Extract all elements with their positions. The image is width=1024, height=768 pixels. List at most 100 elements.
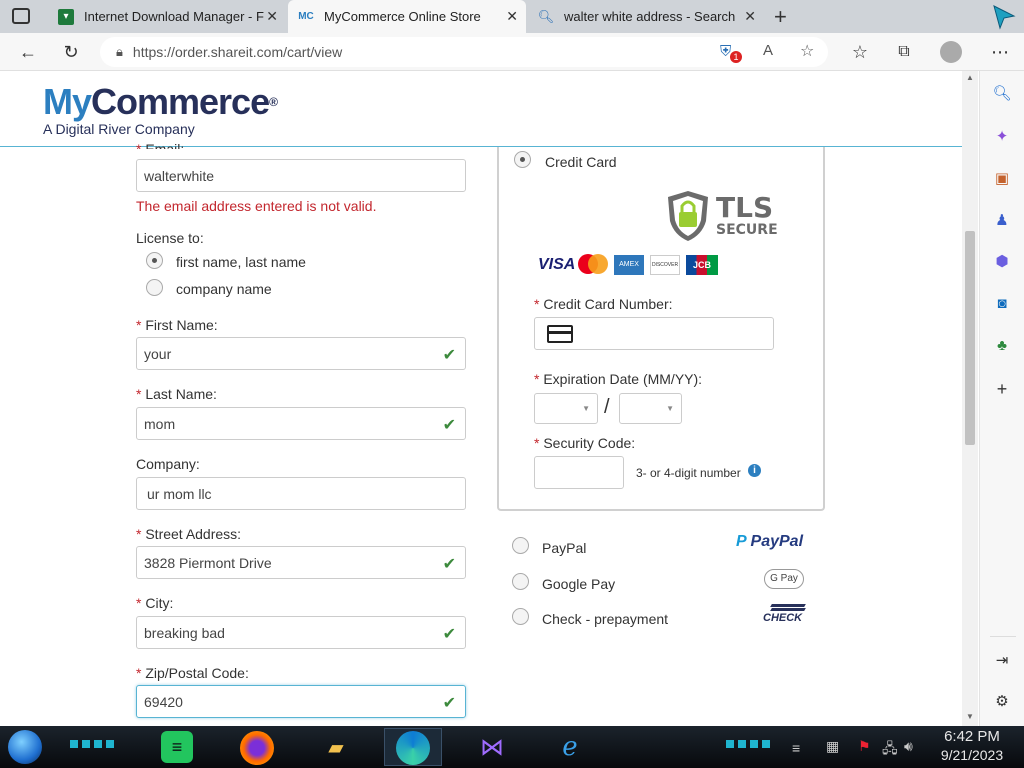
email-field[interactable]: walterwhite [136, 159, 466, 192]
edge-icon[interactable] [396, 731, 430, 765]
last-name-label: * Last Name: [136, 386, 217, 402]
cc-number-field[interactable] [534, 317, 774, 350]
chevron-down-icon: ▼ [582, 404, 590, 413]
more-icon[interactable]: ⋯ [986, 38, 1014, 66]
expiration-month-select[interactable]: ▼ [534, 393, 598, 424]
decor-stripes [70, 740, 118, 748]
site-header: MyCommerce® A Digital River Company [0, 71, 962, 147]
new-tab-icon[interactable]: + [774, 4, 787, 30]
back-icon[interactable]: ← [14, 38, 42, 66]
google-pay-radio[interactable] [512, 573, 529, 590]
info-icon[interactable]: i [748, 464, 761, 477]
logo-my: My [43, 81, 92, 122]
shopping-icon[interactable]: ▣ [992, 168, 1012, 188]
company-label: Company: [136, 456, 200, 472]
notes-app-icon[interactable]: ≡ [161, 731, 193, 763]
clock-date[interactable]: 9/21/2023 [930, 747, 1014, 763]
license-radio-name[interactable] [146, 252, 163, 269]
last-name-field[interactable]: mom ✔ [136, 407, 466, 440]
street-field[interactable]: 3828 Piermont Drive ✔ [136, 546, 466, 579]
tab-actions-icon[interactable] [12, 8, 30, 24]
lock-icon[interactable]: 🔒︎ [116, 44, 123, 60]
license-radio-company[interactable] [146, 279, 163, 296]
firefox-icon[interactable] [240, 731, 274, 765]
check-logo: CHECK [763, 603, 806, 625]
email-label: * Email: [136, 141, 185, 149]
security-code-label: * Security Code: [534, 435, 636, 451]
decor-stripes [726, 740, 774, 748]
profile-avatar[interactable] [940, 41, 962, 63]
refresh-icon[interactable]: ↻ [57, 38, 85, 66]
add-favorite-icon[interactable]: ☆ [800, 41, 814, 61]
close-icon[interactable]: ✕ [744, 8, 756, 25]
collections-icon[interactable]: ⧉ [890, 38, 918, 66]
logo-reg: ® [269, 95, 278, 109]
settings-icon[interactable]: ⚙ [992, 691, 1012, 711]
check-icon: ✔ [442, 417, 456, 434]
scroll-thumb[interactable] [965, 231, 975, 445]
taskbar: ≡ ▰ ⋈ e ≡ ▦ ⚑ 🖧 🔊︎ 6:42 PM 9/21/2023 [0, 726, 1024, 768]
logo-commerce: Commerce [91, 81, 270, 122]
add-icon[interactable]: + [992, 379, 1012, 399]
tab-title: MyCommerce Online Store [324, 9, 481, 24]
close-icon[interactable]: ✕ [506, 8, 518, 25]
close-icon[interactable]: ✕ [266, 8, 278, 25]
chevron-down-icon: ▼ [666, 404, 674, 413]
check-icon: ✔ [442, 347, 456, 364]
tray-overflow-icon[interactable]: ≡ [792, 740, 800, 756]
outlook-icon[interactable]: ◙ [992, 293, 1012, 313]
security-code-field[interactable] [534, 456, 624, 489]
mycommerce-icon: MC [298, 11, 314, 22]
check-icon: ✔ [442, 556, 456, 573]
tab-mycommerce[interactable]: MC MyCommerce Online Store ✕ [288, 0, 526, 33]
scroll-down-icon[interactable]: ▼ [966, 712, 974, 721]
company-field[interactable]: ur mom llc [136, 477, 466, 510]
sidebar-hide-icon[interactable]: ⇥ [992, 650, 1012, 670]
divider [990, 636, 1016, 637]
read-aloud-icon[interactable]: A [763, 42, 773, 59]
start-orb-icon[interactable] [8, 730, 42, 764]
first-name-label: * First Name: [136, 317, 218, 333]
check-icon: ✔ [442, 695, 456, 712]
zip-field[interactable]: 69420 ✔ [136, 685, 466, 718]
flag-icon[interactable]: ⚑ [858, 738, 871, 755]
internet-explorer-icon[interactable]: e [552, 729, 588, 765]
tab-idm[interactable]: ▾ Internet Download Manager - Fr ✕ [48, 0, 286, 33]
address-bar[interactable]: 🔒︎ https://order.shareit.com/cart/view ⛨… [100, 37, 828, 67]
license-label: License to: [136, 230, 204, 246]
license-option-name: first name, last name [176, 254, 306, 270]
mycommerce-logo[interactable]: MyCommerce® A Digital River Company [43, 81, 278, 138]
email-error: The email address entered is not valid. [136, 198, 377, 214]
search-icon[interactable]: 🔍︎ [992, 83, 1012, 103]
file-explorer-icon[interactable]: ▰ [318, 729, 354, 765]
amex-icon: AMEX [614, 255, 644, 275]
city-field[interactable]: breaking bad ✔ [136, 616, 466, 649]
tools-icon[interactable]: ♟ [992, 210, 1012, 230]
url-text: https://order.shareit.com/cart/view [132, 44, 343, 60]
first-name-field[interactable]: your ✔ [136, 337, 466, 370]
google-pay-logo: G Pay [764, 569, 804, 589]
volume-icon[interactable]: 🔊︎ [904, 738, 913, 755]
copilot-icon[interactable] [990, 2, 1018, 32]
check-radio[interactable] [512, 608, 529, 625]
paypal-radio[interactable] [512, 537, 529, 554]
network-icon[interactable]: 🖧 [882, 738, 898, 762]
favorites-icon[interactable]: ☆ [846, 38, 874, 66]
tree-icon[interactable]: ♣ [992, 335, 1012, 355]
tab-search[interactable]: 🔍︎ walter white address - Search ✕ [528, 0, 764, 33]
sparkle-icon[interactable]: ✦ [992, 126, 1012, 146]
page-scrollbar[interactable]: ▲ ▼ [962, 71, 978, 726]
zip-label: * Zip/Postal Code: [136, 665, 249, 681]
street-label: * Street Address: [136, 526, 242, 542]
visual-studio-icon[interactable]: ⋈ [474, 729, 510, 765]
paypal-logo: P PayPal [736, 533, 804, 550]
expiration-year-select[interactable]: ▼ [619, 393, 682, 424]
scroll-up-icon[interactable]: ▲ [966, 73, 974, 82]
badge-icon: 1 [730, 51, 742, 63]
office-icon[interactable]: ⬢ [992, 251, 1012, 271]
credit-card-label: Credit Card [545, 154, 617, 170]
credit-card-radio[interactable] [514, 151, 531, 168]
visa-icon: VISA [538, 256, 576, 273]
tray-app-icon[interactable]: ▦ [826, 738, 839, 755]
clock-time[interactable]: 6:42 PM [930, 728, 1014, 745]
